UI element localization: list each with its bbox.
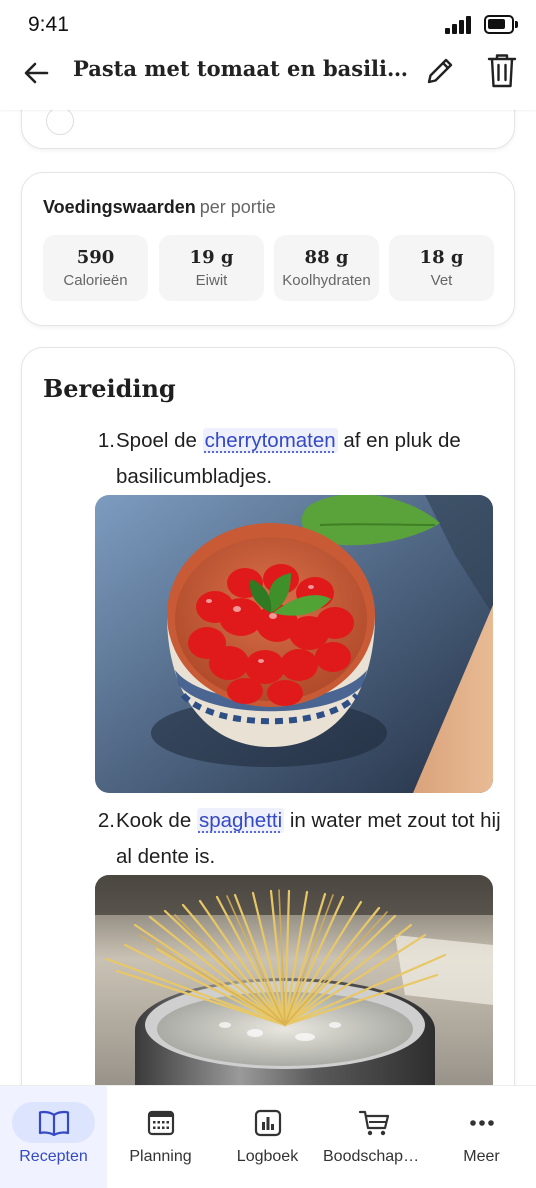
stat-label: Vet bbox=[430, 272, 453, 289]
stat-value: 19 g bbox=[189, 247, 234, 268]
nav-item-recepten[interactable]: Recepten bbox=[0, 1086, 107, 1188]
previous-card bbox=[21, 110, 515, 149]
ingredient-link[interactable]: spaghetti bbox=[196, 808, 285, 833]
stat-value: 590 bbox=[76, 247, 115, 268]
calories-stat: 590 Calorieën bbox=[43, 235, 148, 301]
nutrition-title: Voedingswaarden per portie bbox=[43, 197, 276, 218]
step-2: 2. Kook de spaghetti in water met zout t… bbox=[43, 803, 503, 875]
nav-label: Boodschappen bbox=[323, 1148, 426, 1165]
nav-item-planning[interactable]: Planning bbox=[107, 1086, 214, 1188]
nav-label: Logboek bbox=[236, 1148, 299, 1165]
step-text-before: Spoel de bbox=[116, 429, 197, 452]
edit-button[interactable] bbox=[422, 53, 458, 89]
status-bar: 9:41 bbox=[0, 0, 536, 50]
nav-item-boodschappen[interactable]: Boodschappen bbox=[321, 1086, 428, 1188]
checkbox-circle[interactable] bbox=[46, 110, 74, 135]
step-number: 2. bbox=[97, 809, 115, 832]
stat-label: Koolhydraten bbox=[282, 272, 371, 289]
recipe-content[interactable]: Voedingswaarden per portie 590 Calorieën … bbox=[0, 110, 536, 1085]
preparation-card: Bereiding 1. Spoel de cherrytomaten af e… bbox=[21, 347, 515, 1085]
stat-label: Eiwit bbox=[195, 272, 228, 289]
nav-label: Recepten bbox=[19, 1148, 88, 1165]
step-text: Kook de spaghetti in water met zout tot … bbox=[116, 803, 506, 875]
nav-label: Planning bbox=[129, 1148, 192, 1165]
stat-label: Calorieën bbox=[63, 272, 128, 289]
nutrition-subtitle: per portie bbox=[199, 197, 276, 217]
calendar-icon bbox=[147, 1110, 175, 1136]
arrow-left-icon bbox=[24, 62, 49, 84]
trash-icon bbox=[487, 54, 517, 88]
protein-stat: 19 g Eiwit bbox=[159, 235, 264, 301]
spaghetti-pot-photo bbox=[95, 875, 493, 1085]
step-text-before: Kook de bbox=[116, 809, 192, 832]
book-icon bbox=[38, 1110, 70, 1137]
step-1-image[interactable] bbox=[95, 495, 493, 793]
step-text: Spoel de cherrytomaten af en pluk de bas… bbox=[116, 423, 506, 495]
nav-item-logboek[interactable]: Logboek bbox=[214, 1086, 321, 1188]
step-number: 1. bbox=[97, 429, 115, 452]
nav-label: Meer bbox=[463, 1148, 500, 1165]
fat-stat: 18 g Vet bbox=[389, 235, 494, 301]
battery-icon bbox=[484, 15, 518, 34]
preparation-title: Bereiding bbox=[43, 374, 176, 403]
nutrition-heading: Voedingswaarden bbox=[43, 197, 196, 217]
stat-value: 18 g bbox=[419, 247, 464, 268]
stat-value: 88 g bbox=[304, 247, 349, 268]
step-1: 1. Spoel de cherrytomaten af en pluk de … bbox=[43, 423, 503, 495]
chart-icon bbox=[254, 1109, 282, 1137]
carbs-stat: 88 g Koolhydraten bbox=[274, 235, 379, 301]
nutrition-card: Voedingswaarden per portie 590 Calorieën … bbox=[21, 172, 515, 326]
tomato-bowl-photo bbox=[95, 495, 493, 793]
delete-button[interactable] bbox=[484, 51, 520, 91]
back-button[interactable] bbox=[20, 56, 54, 90]
ingredient-link[interactable]: cherrytomaten bbox=[202, 428, 338, 453]
nav-item-meer[interactable]: Meer bbox=[428, 1086, 535, 1188]
more-icon bbox=[470, 1120, 494, 1126]
step-2-image[interactable] bbox=[95, 875, 493, 1085]
cart-icon bbox=[358, 1110, 390, 1136]
signal-icon bbox=[445, 16, 471, 34]
pencil-icon bbox=[427, 58, 453, 84]
app-bar: Pasta met tomaat en basilicum bbox=[0, 50, 536, 110]
bottom-navigation: Recepten Planning Logboek Boodschappen M… bbox=[0, 1085, 536, 1188]
page-title: Pasta met tomaat en basilicum bbox=[73, 56, 413, 81]
status-time: 9:41 bbox=[28, 13, 69, 36]
